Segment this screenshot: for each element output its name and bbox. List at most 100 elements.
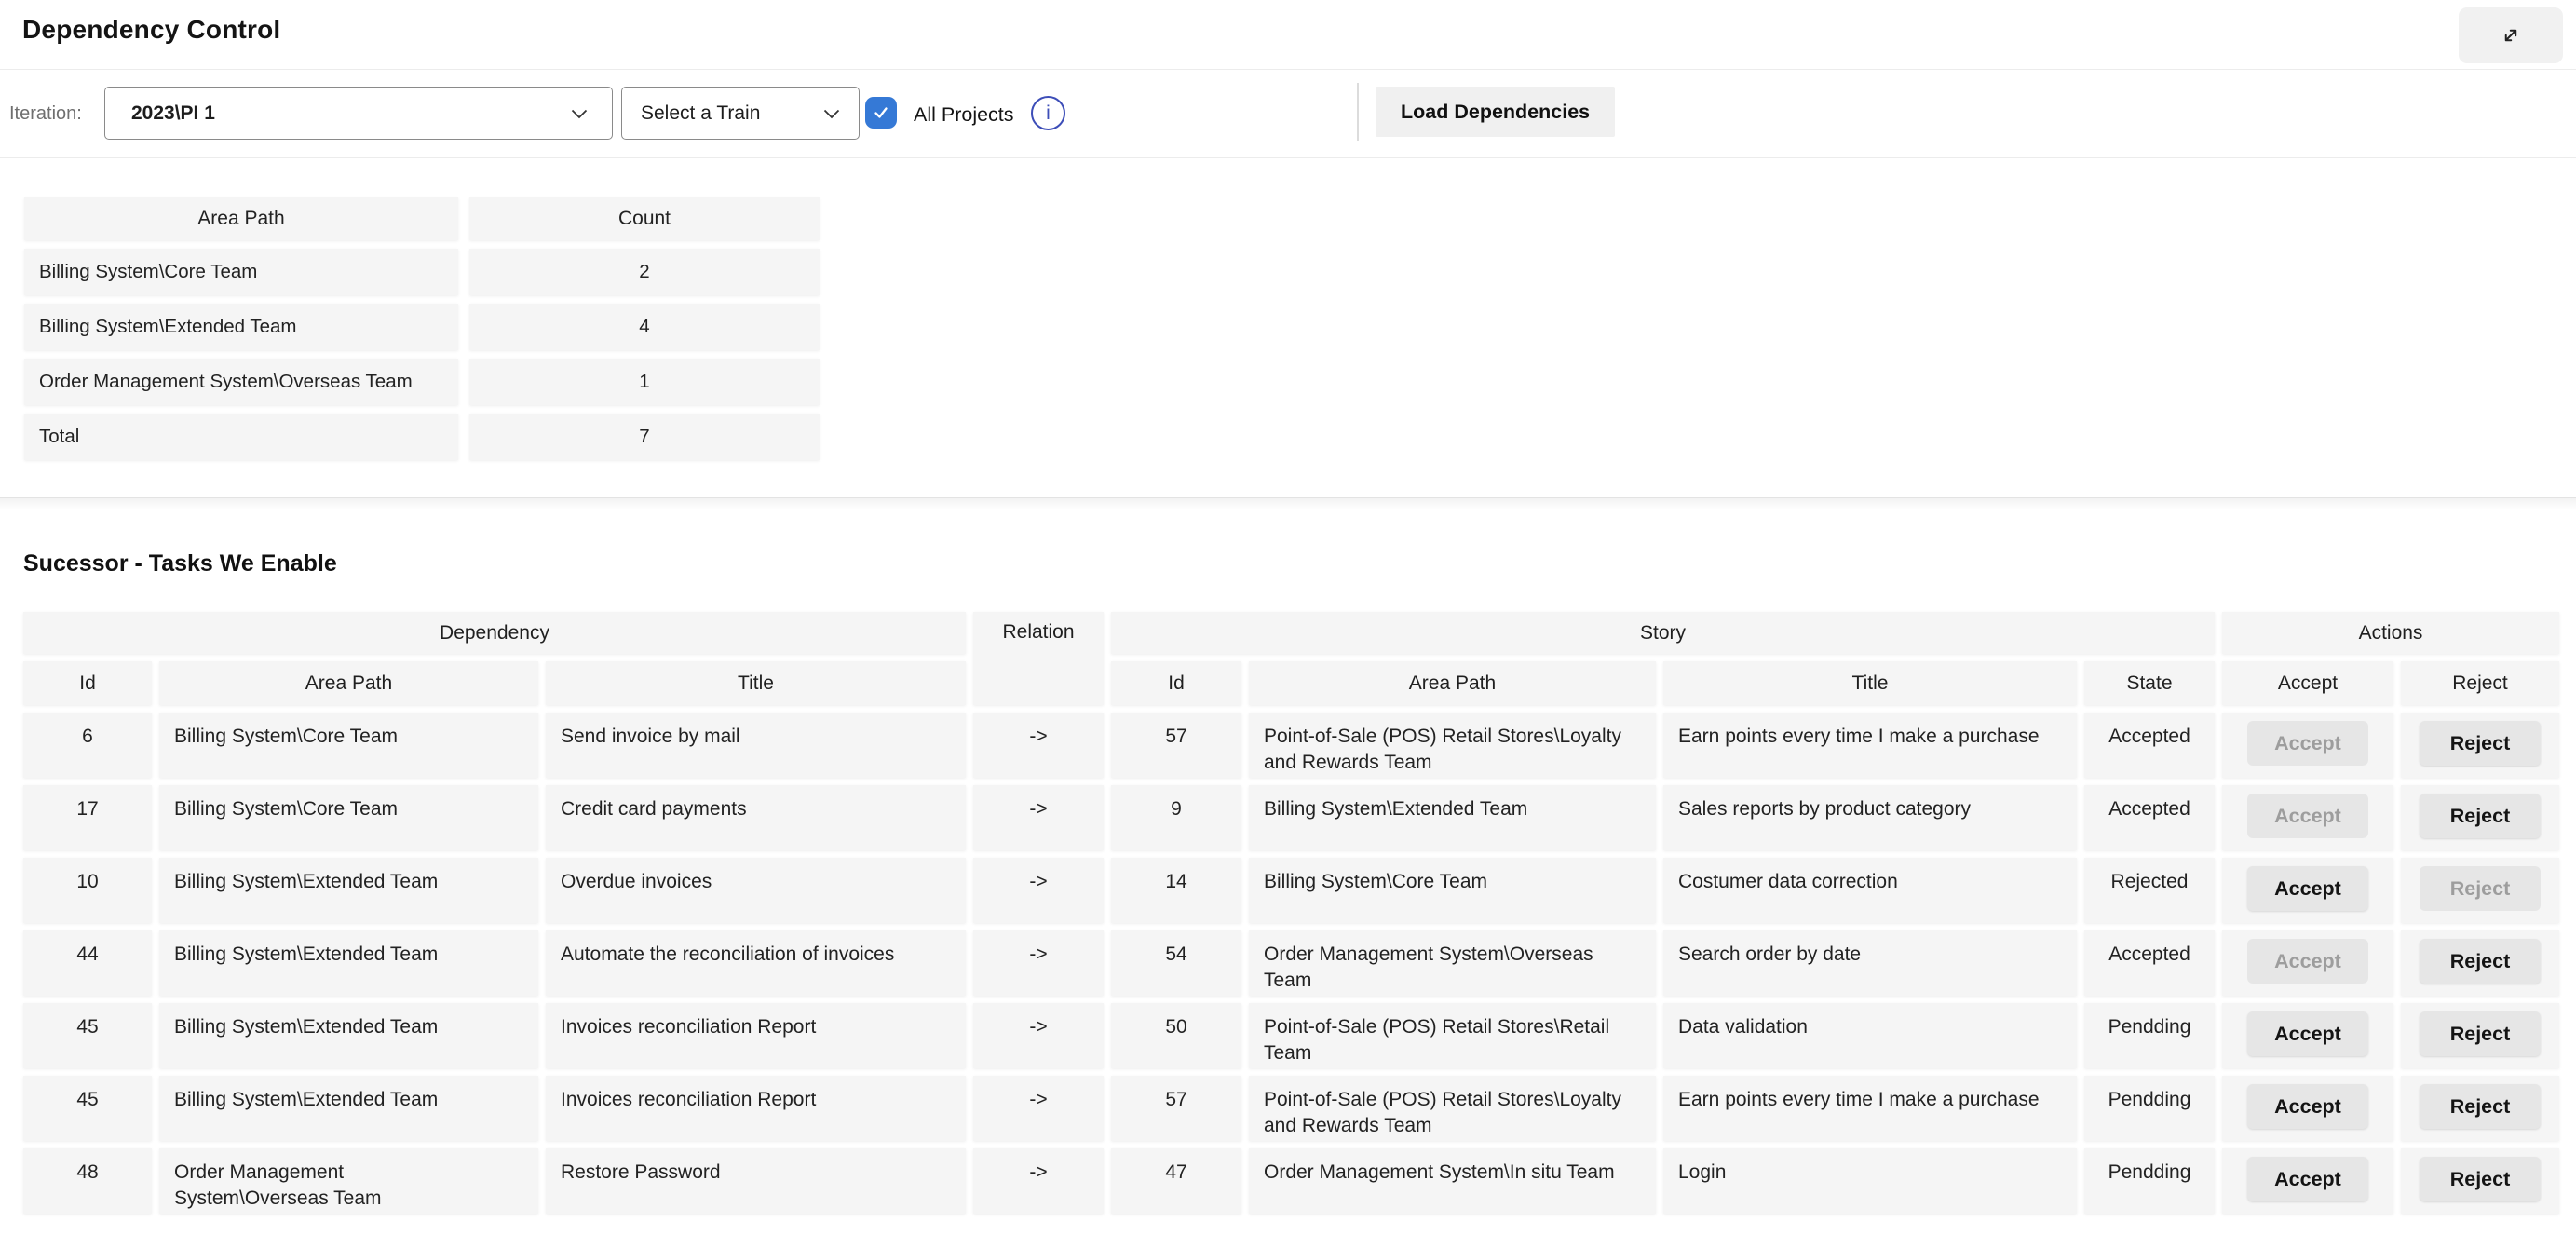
relation-cell: ->: [973, 1003, 1104, 1068]
chevron-down-icon: [571, 109, 588, 119]
app-root: Dependency Control Iteration: 2023\PI 1 …: [0, 0, 2576, 1235]
dep-id-cell: 45: [23, 1003, 152, 1068]
story-id-cell: 47: [1111, 1148, 1241, 1214]
accept-button: Accept: [2247, 794, 2368, 838]
toolbar-divider: [1357, 83, 1359, 141]
app-header: Dependency Control: [0, 0, 2576, 70]
column-header-story-id: Id: [1111, 661, 1241, 705]
group-header-story: Story: [1111, 612, 2215, 654]
story-id-cell: 57: [1111, 1076, 1241, 1141]
train-dropdown[interactable]: Select a Train: [621, 87, 860, 140]
state-cell: Accepted: [2084, 712, 2215, 778]
accept-button[interactable]: Accept: [2247, 866, 2368, 911]
story-area-path-cell: Point-of-Sale (POS) Retail Stores\Retail…: [1249, 1003, 1656, 1068]
dep-area-path-cell: Billing System\Core Team: [159, 785, 538, 850]
dependency-table: Dependency Relation Story Actions Id Are…: [23, 612, 2559, 1214]
expand-button[interactable]: [2459, 7, 2563, 63]
state-cell: Rejected: [2084, 858, 2215, 923]
story-area-path-cell: Point-of-Sale (POS) Retail Stores\Loyalt…: [1249, 712, 1656, 778]
page-title: Dependency Control: [22, 15, 280, 45]
reject-cell: Reject: [2401, 712, 2559, 778]
column-header-dep-title: Title: [546, 661, 966, 705]
reject-button[interactable]: Reject: [2420, 939, 2541, 984]
relation-cell: ->: [973, 785, 1104, 850]
column-header-story-area-path: Area Path: [1249, 661, 1656, 705]
story-area-path-cell: Order Management System\Overseas Team: [1249, 930, 1656, 996]
all-projects-checkbox[interactable]: [865, 97, 897, 129]
story-title-cell: Costumer data correction: [1663, 858, 2077, 923]
reject-button[interactable]: Reject: [2420, 1011, 2541, 1056]
reject-button[interactable]: Reject: [2420, 1084, 2541, 1129]
summary-count-cell: 1: [469, 359, 820, 405]
summary-area-path-cell: Order Management System\Overseas Team: [24, 359, 458, 405]
iteration-value: 2023\PI 1: [131, 102, 215, 125]
train-value: Select a Train: [641, 102, 760, 125]
load-dependencies-button[interactable]: Load Dependencies: [1376, 87, 1615, 137]
reject-cell: Reject: [2401, 930, 2559, 996]
accept-cell: Accept: [2222, 1076, 2393, 1141]
reject-button[interactable]: Reject: [2420, 721, 2541, 766]
group-header-dependency: Dependency: [23, 612, 966, 654]
story-title-cell: Search order by date: [1663, 930, 2077, 996]
relation-cell: ->: [973, 858, 1104, 923]
reject-button[interactable]: Reject: [2420, 794, 2541, 838]
dep-area-path-cell: Billing System\Extended Team: [159, 930, 538, 996]
story-id-cell: 54: [1111, 930, 1241, 996]
accept-cell: Accept: [2222, 1003, 2393, 1068]
relation-cell: ->: [973, 930, 1104, 996]
dep-area-path-cell: Order Management System\Overseas Team: [159, 1148, 538, 1214]
column-header-state: State: [2084, 661, 2215, 705]
relation-cell: ->: [973, 1076, 1104, 1141]
summary-header-count: Count: [469, 197, 820, 240]
state-cell: Pendding: [2084, 1076, 2215, 1141]
summary-header-area-path: Area Path: [24, 197, 458, 240]
expand-icon: [2498, 22, 2524, 48]
accept-cell: Accept: [2222, 930, 2393, 996]
chevron-down-icon: [823, 109, 840, 119]
dep-id-cell: 10: [23, 858, 152, 923]
column-header-story-title: Title: [1663, 661, 2077, 705]
reject-button: Reject: [2420, 866, 2541, 911]
column-header-dep-id: Id: [23, 661, 152, 705]
group-header-actions: Actions: [2222, 612, 2559, 654]
summary-area-path-cell: Billing System\Core Team: [24, 249, 458, 295]
story-area-path-cell: Order Management System\In situ Team: [1249, 1148, 1656, 1214]
accept-button[interactable]: Accept: [2247, 1011, 2368, 1056]
all-projects-label: All Projects: [914, 103, 1014, 127]
accept-cell: Accept: [2222, 858, 2393, 923]
story-area-path-cell: Billing System\Extended Team: [1249, 785, 1656, 850]
story-title-cell: Login: [1663, 1148, 2077, 1214]
accept-button[interactable]: Accept: [2247, 1084, 2368, 1129]
dep-id-cell: 48: [23, 1148, 152, 1214]
relation-cell: ->: [973, 712, 1104, 778]
reject-button[interactable]: Reject: [2420, 1157, 2541, 1201]
iteration-dropdown[interactable]: 2023\PI 1: [104, 87, 613, 140]
story-title-cell: Data validation: [1663, 1003, 2077, 1068]
column-header-dep-area-path: Area Path: [159, 661, 538, 705]
column-header-accept: Accept: [2222, 661, 2393, 705]
reject-cell: Reject: [2401, 1148, 2559, 1214]
accept-cell: Accept: [2222, 1148, 2393, 1214]
reject-cell: Reject: [2401, 1003, 2559, 1068]
story-title-cell: Earn points every time I make a purchase: [1663, 712, 2077, 778]
dep-id-cell: 17: [23, 785, 152, 850]
story-area-path-cell: Point-of-Sale (POS) Retail Stores\Loyalt…: [1249, 1076, 1656, 1141]
accept-button: Accept: [2247, 939, 2368, 984]
summary-area-path-cell: Billing System\Extended Team: [24, 304, 458, 350]
dep-area-path-cell: Billing System\Extended Team: [159, 1003, 538, 1068]
group-header-relation: Relation: [973, 612, 1104, 705]
story-id-cell: 9: [1111, 785, 1241, 850]
accept-button[interactable]: Accept: [2247, 1157, 2368, 1201]
dep-title-cell: Credit card payments: [546, 785, 966, 850]
dep-title-cell: Automate the reconciliation of invoices: [546, 930, 966, 996]
column-header-reject: Reject: [2401, 661, 2559, 705]
summary-count-cell: 4: [469, 304, 820, 350]
reject-cell: Reject: [2401, 1076, 2559, 1141]
accept-cell: Accept: [2222, 712, 2393, 778]
info-icon[interactable]: i: [1031, 96, 1065, 130]
iteration-label: Iteration:: [9, 103, 82, 125]
dep-area-path-cell: Billing System\Core Team: [159, 712, 538, 778]
story-title-cell: Sales reports by product category: [1663, 785, 2077, 850]
state-cell: Pendding: [2084, 1003, 2215, 1068]
dep-title-cell: Restore Password: [546, 1148, 966, 1214]
